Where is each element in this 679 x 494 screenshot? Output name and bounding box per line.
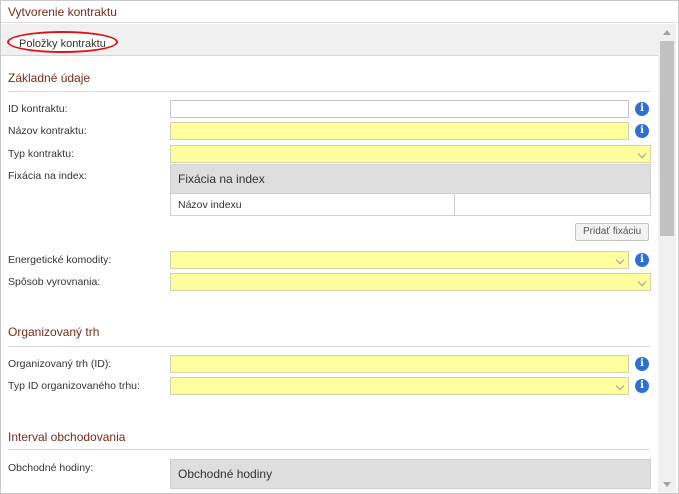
- chevron-down-icon: [615, 381, 625, 391]
- tab-contract-items[interactable]: Položky kontraktu: [7, 31, 118, 53]
- trading-hours-grid-title: Obchodné hodiny: [171, 460, 650, 488]
- energy-commodities-label: Energetické komodity:: [8, 254, 112, 266]
- index-fixing-grid: Fixácia na index Názov indexu: [170, 164, 651, 216]
- form-content: Základné údaje ID kontraktu: i Názov kon…: [1, 57, 658, 493]
- contract-type-label: Typ kontraktu:: [8, 148, 74, 160]
- chevron-down-icon: [615, 255, 625, 265]
- scroll-down-arrow-icon[interactable]: [663, 482, 671, 487]
- contract-name-input[interactable]: [170, 122, 629, 140]
- market-id-type-label: Typ ID organizovaného trhu:: [8, 380, 140, 392]
- info-icon[interactable]: i: [635, 379, 649, 393]
- section-title-organized-market: Organizovaný trh: [8, 325, 100, 339]
- market-id-type-select[interactable]: [170, 377, 629, 395]
- market-id-input[interactable]: [170, 355, 629, 373]
- trading-hours-label: Obchodné hodiny:: [8, 462, 94, 474]
- settlement-method-select[interactable]: [170, 273, 651, 291]
- section-title-basic: Základné údaje: [8, 71, 91, 85]
- trading-hours-grid: Obchodné hodiny: [170, 459, 651, 489]
- section-title-trading-interval: Interval obchodovania: [8, 430, 126, 444]
- vertical-scrollbar[interactable]: [658, 24, 676, 493]
- market-id-label: Organizovaný trh (ID):: [8, 358, 112, 370]
- settlement-method-label: Spôsob vyrovnania:: [8, 276, 101, 288]
- section-divider: [8, 91, 650, 92]
- contract-id-input[interactable]: [170, 100, 629, 118]
- grid-header-row: Názov indexu: [171, 193, 650, 216]
- chevron-down-icon: [637, 277, 647, 287]
- index-fixing-label: Fixácia na index:: [8, 170, 87, 182]
- section-divider: [8, 346, 650, 347]
- contract-id-label: ID kontraktu:: [8, 103, 68, 115]
- column-divider: [454, 194, 455, 216]
- info-icon[interactable]: i: [635, 124, 649, 138]
- add-fixing-button[interactable]: Pridať fixáciu: [575, 223, 650, 241]
- energy-commodities-select[interactable]: [170, 251, 629, 269]
- scroll-thumb[interactable]: [660, 41, 674, 236]
- chevron-down-icon: [637, 149, 647, 159]
- index-name-column-header[interactable]: Názov indexu: [178, 199, 242, 211]
- info-icon[interactable]: i: [635, 357, 649, 371]
- contract-create-dialog: Vytvorenie kontraktu Položky kontraktu Z…: [0, 0, 679, 494]
- contract-type-select[interactable]: [170, 145, 651, 163]
- contract-name-label: Názov kontraktu:: [8, 125, 87, 137]
- section-divider: [8, 449, 650, 450]
- scroll-up-arrow-icon[interactable]: [663, 30, 671, 35]
- index-fixing-grid-title: Fixácia na index: [171, 165, 650, 193]
- info-icon[interactable]: i: [635, 102, 649, 116]
- tab-bar: Položky kontraktu: [1, 24, 658, 56]
- dialog-title: Vytvorenie kontraktu: [1, 1, 678, 23]
- info-icon[interactable]: i: [635, 253, 649, 267]
